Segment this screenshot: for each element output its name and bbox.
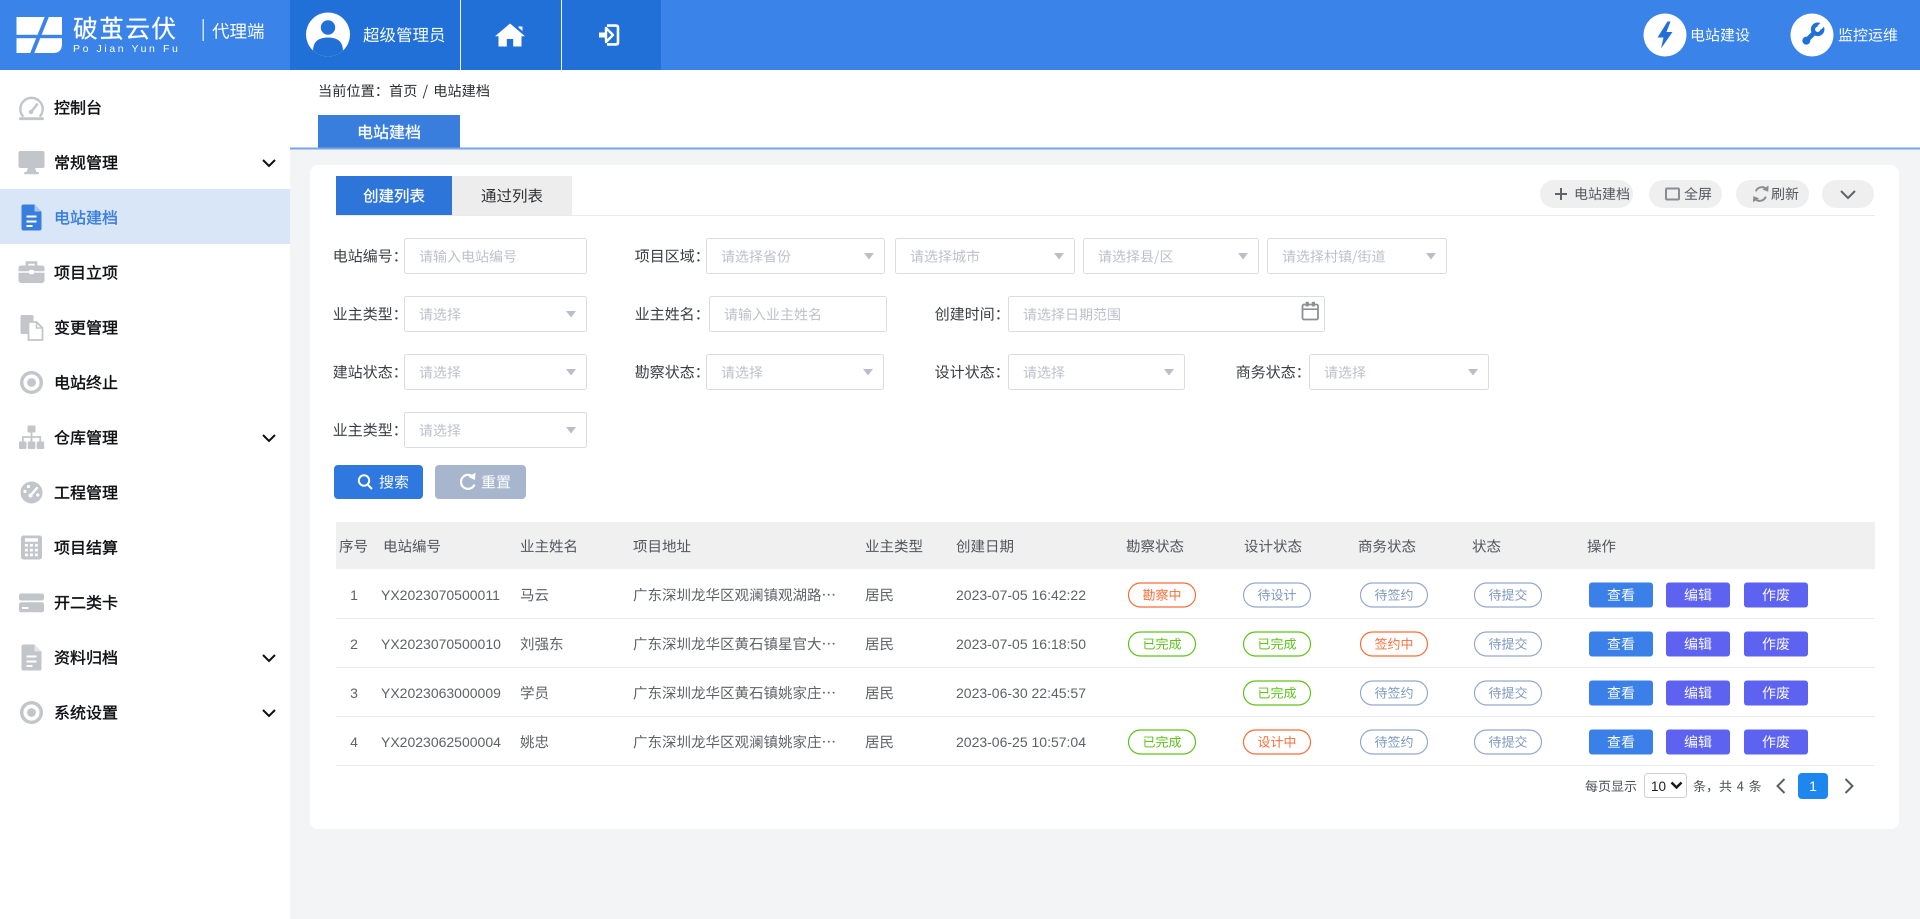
svg-text:2023-07-05 16:42:22: 2023-07-05 16:42:22 <box>956 587 1086 603</box>
svg-text:4: 4 <box>350 734 358 750</box>
svg-text:2: 2 <box>350 636 358 652</box>
svg-text:YX2023070500010: YX2023070500010 <box>381 636 501 652</box>
svg-text:2023-06-30 22:45:57: 2023-06-30 22:45:57 <box>956 685 1086 701</box>
svg-text:1: 1 <box>350 587 358 603</box>
svg-text:YX2023063000009: YX2023063000009 <box>381 685 501 701</box>
svg-text:3: 3 <box>350 685 358 701</box>
svg-text:2023-07-05 16:18:50: 2023-07-05 16:18:50 <box>956 636 1086 652</box>
svg-text:YX2023070500011: YX2023070500011 <box>381 587 500 603</box>
svg-text:Po Jian Yun Fu: Po Jian Yun Fu <box>73 43 180 55</box>
svg-text:2023-06-25 10:57:04: 2023-06-25 10:57:04 <box>956 734 1086 750</box>
svg-text:YX2023062500004: YX2023062500004 <box>381 734 501 750</box>
svg-text:10: 10 <box>1651 779 1666 794</box>
svg-text:1: 1 <box>1809 778 1817 794</box>
